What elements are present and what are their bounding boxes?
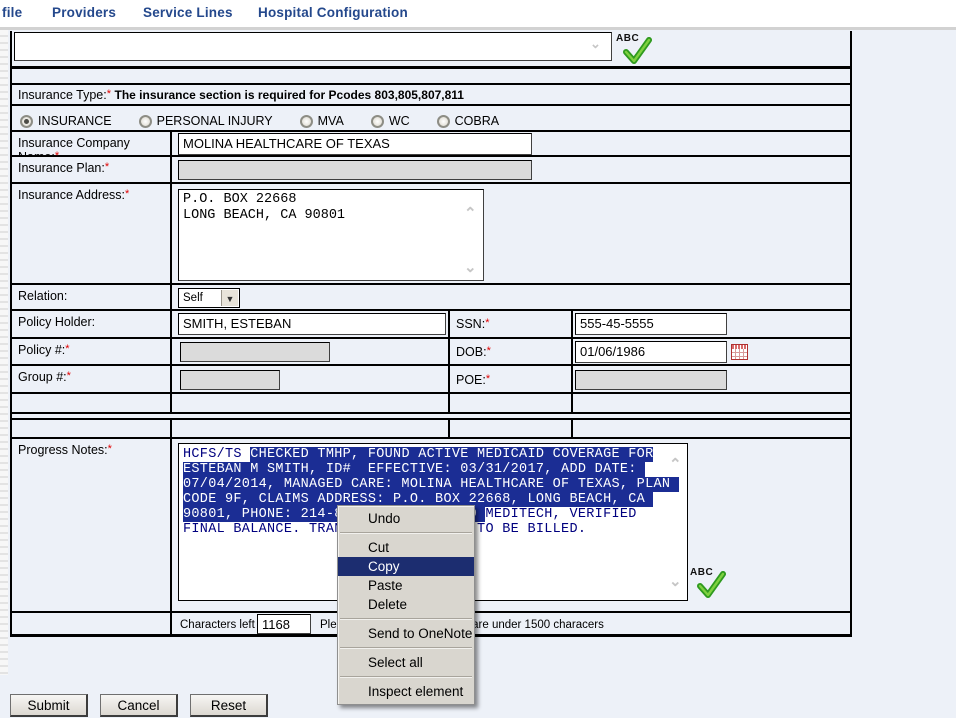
top-cutoff-field-row: ⌄ ABC	[12, 31, 850, 69]
ssn-label: SSN:*	[456, 317, 489, 331]
top-cutoff-input[interactable]	[14, 32, 612, 61]
menu-item-undo[interactable]: Undo	[338, 509, 474, 528]
menu-separator	[340, 618, 472, 620]
insurance-type-label: Insurance Type:* The insurance section i…	[18, 88, 464, 102]
nav-item-file[interactable]: file	[2, 5, 22, 20]
cancel-button[interactable]: Cancel	[100, 694, 178, 717]
radio-icon[interactable]	[371, 115, 384, 128]
radio-icon[interactable]	[437, 115, 450, 128]
select-arrow-icon[interactable]: ▼	[221, 290, 238, 306]
policy-number-label: Policy #:*	[12, 339, 172, 364]
dob-label: DOB:*	[456, 345, 491, 359]
submit-button[interactable]: Submit	[10, 694, 88, 717]
insurance-type-option-insurance[interactable]: INSURANCE	[20, 114, 112, 128]
menu-item-delete[interactable]: Delete	[338, 595, 474, 614]
menu-separator	[340, 647, 472, 649]
company-name-label: Insurance Company Name:*	[12, 132, 172, 155]
menu-separator	[340, 676, 472, 678]
insurance-type-option-mva[interactable]: MVA	[300, 114, 344, 128]
menu-item-inspect-element[interactable]: Inspect element	[338, 682, 474, 701]
insurance-plan-input-disabled	[178, 160, 532, 180]
relation-label: Relation:	[12, 285, 172, 309]
green-check-icon	[696, 571, 726, 601]
company-name-input[interactable]: MOLINA HEALTHCARE OF TEXAS	[178, 133, 532, 155]
insurance-plan-label: Insurance Plan:*	[12, 157, 172, 182]
characters-left-input[interactable]: 1168	[257, 614, 311, 634]
calendar-icon[interactable]	[731, 344, 748, 360]
company-name-row: Insurance Company Name:* MOLINA HEALTHCA…	[12, 132, 850, 157]
selected-text: CHECKED TMHP, FOUND ACTIVE MEDICAID COVE…	[250, 447, 653, 462]
menu-item-paste[interactable]: Paste	[338, 576, 474, 595]
radio-label: INSURANCE	[38, 114, 112, 128]
policy-holder-label: Policy Holder:	[12, 311, 172, 337]
menu-item-cut[interactable]: Cut	[338, 538, 474, 557]
menu-item-send-to-onenote[interactable]: Send to OneNote	[338, 624, 474, 643]
insurance-type-options-row: INSURANCE PERSONAL INJURY MVA WC COBRA	[12, 106, 850, 132]
poe-label: POE:*	[456, 373, 490, 387]
empty-row	[12, 394, 850, 414]
insurance-type-option-personal-injury[interactable]: PERSONAL INJURY	[139, 114, 273, 128]
insurance-type-option-wc[interactable]: WC	[371, 114, 410, 128]
insurance-address-textarea[interactable]: P.O. BOX 22668 LONG BEACH, CA 90801	[178, 189, 484, 281]
green-check-icon	[622, 37, 652, 67]
radio-label: WC	[389, 114, 410, 128]
insurance-plan-row: Insurance Plan:*	[12, 157, 850, 184]
menu-item-select-all[interactable]: Select all	[338, 653, 474, 672]
nav-item-hospital-configuration[interactable]: Hospital Configuration	[258, 5, 408, 20]
radio-label: MVA	[318, 114, 344, 128]
reset-button[interactable]: Reset	[190, 694, 268, 717]
radio-icon[interactable]	[139, 115, 152, 128]
note-line: ESTEBAN M SMITH, ID# EFFECTIVE: 03/31/20…	[183, 462, 685, 477]
relation-select[interactable]: Self ▼	[178, 288, 240, 308]
insurance-type-option-cobra[interactable]: COBRA	[437, 114, 499, 128]
insurance-type-note: The insurance section is required for Pc…	[114, 88, 464, 102]
insurance-address-row: Insurance Address:* P.O. BOX 22668 LONG …	[12, 184, 850, 285]
ssn-input[interactable]: 555-45-5555	[575, 313, 727, 335]
nav-item-service-lines[interactable]: Service Lines	[143, 5, 233, 20]
left-gutter	[0, 30, 8, 675]
policy-number-input-disabled	[180, 342, 330, 362]
spellcheck-abc-icon[interactable]: ABC	[690, 565, 732, 605]
group-number-row: Group #:* POE:*	[12, 366, 850, 394]
selected-text: 07/04/2014, MANAGED CARE: MOLINA HEALTHC…	[183, 477, 679, 492]
selected-text: ESTEBAN M SMITH, ID# EFFECTIVE: 03/31/20…	[183, 462, 645, 477]
context-menu: Undo CutCopyPasteDelete Send to OneNote Sel…	[337, 505, 475, 705]
note-line: 07/04/2014, MANAGED CARE: MOLINA HEALTHC…	[183, 477, 685, 492]
nav-item-providers[interactable]: Providers	[52, 5, 116, 20]
menu-item-copy[interactable]: Copy	[338, 557, 474, 576]
spellcheck-abc-icon[interactable]: ABC	[616, 31, 658, 71]
poe-input-disabled	[575, 370, 727, 390]
radio-icon[interactable]	[300, 115, 313, 128]
progress-notes-label: Progress Notes:*	[12, 439, 172, 611]
radio-label: PERSONAL INJURY	[157, 114, 273, 128]
relation-selected-value: Self	[183, 292, 203, 304]
policy-holder-row: Policy Holder: SMITH, ESTEBAN SSN:* 555-…	[12, 311, 850, 339]
dob-input[interactable]: 01/06/1986	[575, 341, 727, 363]
menu-separator	[340, 532, 472, 534]
empty-row	[12, 69, 850, 85]
relation-row: Relation: Self ▼	[12, 285, 850, 311]
group-number-label: Group #:*	[12, 366, 172, 392]
empty-row	[12, 420, 850, 439]
radio-selected-icon[interactable]	[20, 115, 33, 128]
policy-holder-input[interactable]: SMITH, ESTEBAN	[178, 313, 446, 335]
top-nav-bar: file Providers Service Lines Hospital Co…	[0, 0, 956, 30]
policy-number-row: Policy #:* DOB:* 01/06/1986	[12, 339, 850, 366]
group-number-input-disabled	[180, 370, 280, 390]
insurance-address-label: Insurance Address:*	[12, 184, 172, 283]
radio-label: COBRA	[455, 114, 499, 128]
required-asterisk: *	[107, 88, 111, 100]
insurance-type-header-row: Insurance Type:* The insurance section i…	[12, 85, 850, 106]
characters-left-label: Characters left	[180, 619, 255, 631]
note-line: HCFS/TS CHECKED TMHP, FOUND ACTIVE MEDIC…	[183, 447, 685, 462]
